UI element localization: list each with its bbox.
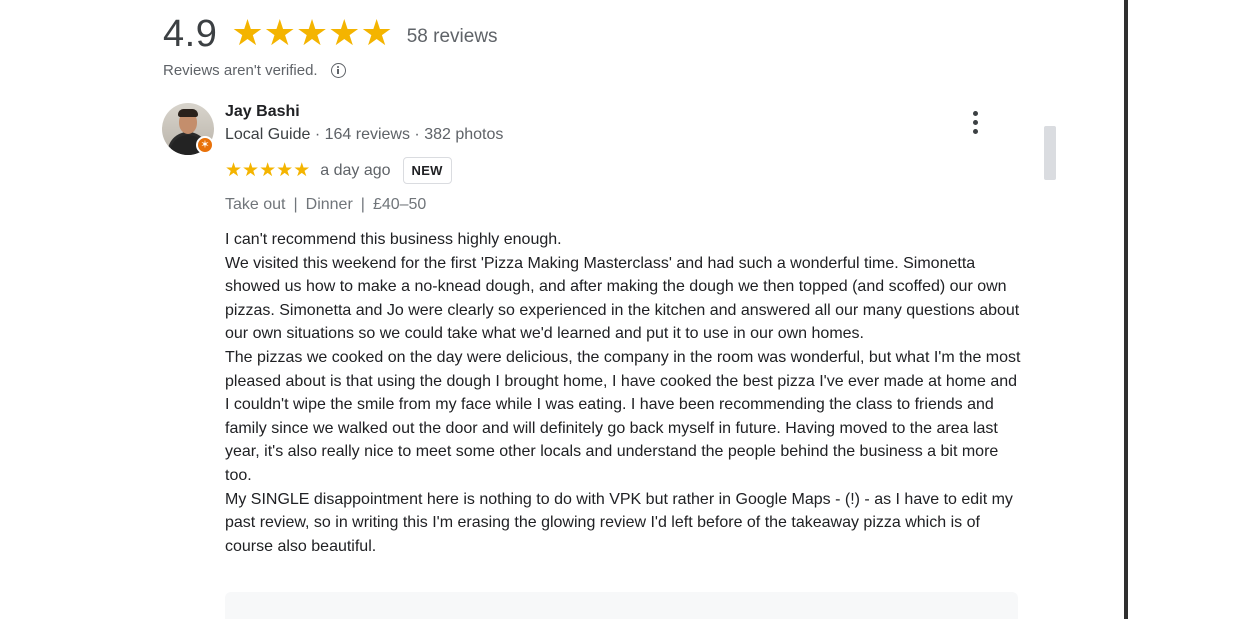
average-stars: ★ ★ ★ ★ ★ bbox=[231, 13, 392, 53]
review-attributes: Take out | Dinner | £40–50 bbox=[225, 196, 426, 214]
author-stats: · 164 reviews · 382 photos bbox=[310, 126, 504, 143]
review-paragraph: We visited this weekend for the first 'P… bbox=[225, 254, 1020, 343]
average-score: 4.9 bbox=[163, 13, 218, 55]
attribute-separator: | bbox=[293, 196, 298, 213]
star-icon: ★ bbox=[360, 12, 393, 53]
star-icon: ★ bbox=[242, 159, 260, 181]
author-meta[interactable]: Local Guide · 164 reviews · 382 photos bbox=[225, 126, 503, 144]
owner-response-box bbox=[225, 592, 1018, 619]
attribute-meal: Dinner bbox=[305, 196, 353, 213]
attribute-price: £40–50 bbox=[372, 196, 427, 213]
new-badge: NEW bbox=[402, 157, 452, 184]
star-icon: ★ bbox=[328, 12, 361, 53]
star-icon: ★ bbox=[276, 159, 294, 181]
author-name-link[interactable]: Jay Bashi bbox=[225, 103, 300, 121]
reviews-panel: 4.9 ★ ★ ★ ★ ★ 58 reviews Reviews aren't … bbox=[0, 0, 1240, 619]
rating-summary: 4.9 ★ ★ ★ ★ ★ 58 reviews Reviews aren't … bbox=[163, 12, 498, 80]
attribute-separator: | bbox=[360, 196, 365, 213]
local-guide-star-icon: ✶ bbox=[196, 136, 214, 154]
review-date: a day ago bbox=[320, 161, 391, 179]
star-icon: ★ bbox=[231, 12, 264, 53]
review-paragraph: The pizzas we cooked on the day were del… bbox=[225, 348, 1021, 484]
scrollbar-thumb[interactable] bbox=[1044, 126, 1056, 180]
verification-note: Reviews aren't verified. bbox=[163, 62, 318, 79]
review-stars: ★ ★ ★ ★ ★ bbox=[225, 160, 310, 182]
attribute-service: Take out bbox=[225, 196, 286, 213]
star-icon: ★ bbox=[225, 159, 243, 181]
star-icon: ★ bbox=[259, 159, 277, 181]
star-icon: ★ bbox=[295, 12, 329, 53]
window-edge bbox=[1124, 0, 1128, 619]
local-guide-label: Local Guide bbox=[225, 126, 311, 143]
star-icon: ★ bbox=[263, 12, 296, 53]
star-icon: ★ bbox=[293, 159, 311, 181]
info-icon[interactable] bbox=[330, 63, 346, 78]
review-paragraph: I can't recommend this business highly e… bbox=[225, 231, 562, 248]
total-reviews-link[interactable]: 58 reviews bbox=[407, 26, 498, 48]
review-rating-row: ★ ★ ★ ★ ★ a day ago NEW bbox=[225, 157, 452, 184]
review-text: I can't recommend this business highly e… bbox=[225, 228, 1025, 558]
more-vert-icon[interactable] bbox=[966, 110, 986, 136]
review-paragraph: My SINGLE disappointment here is nothing… bbox=[225, 490, 1013, 555]
